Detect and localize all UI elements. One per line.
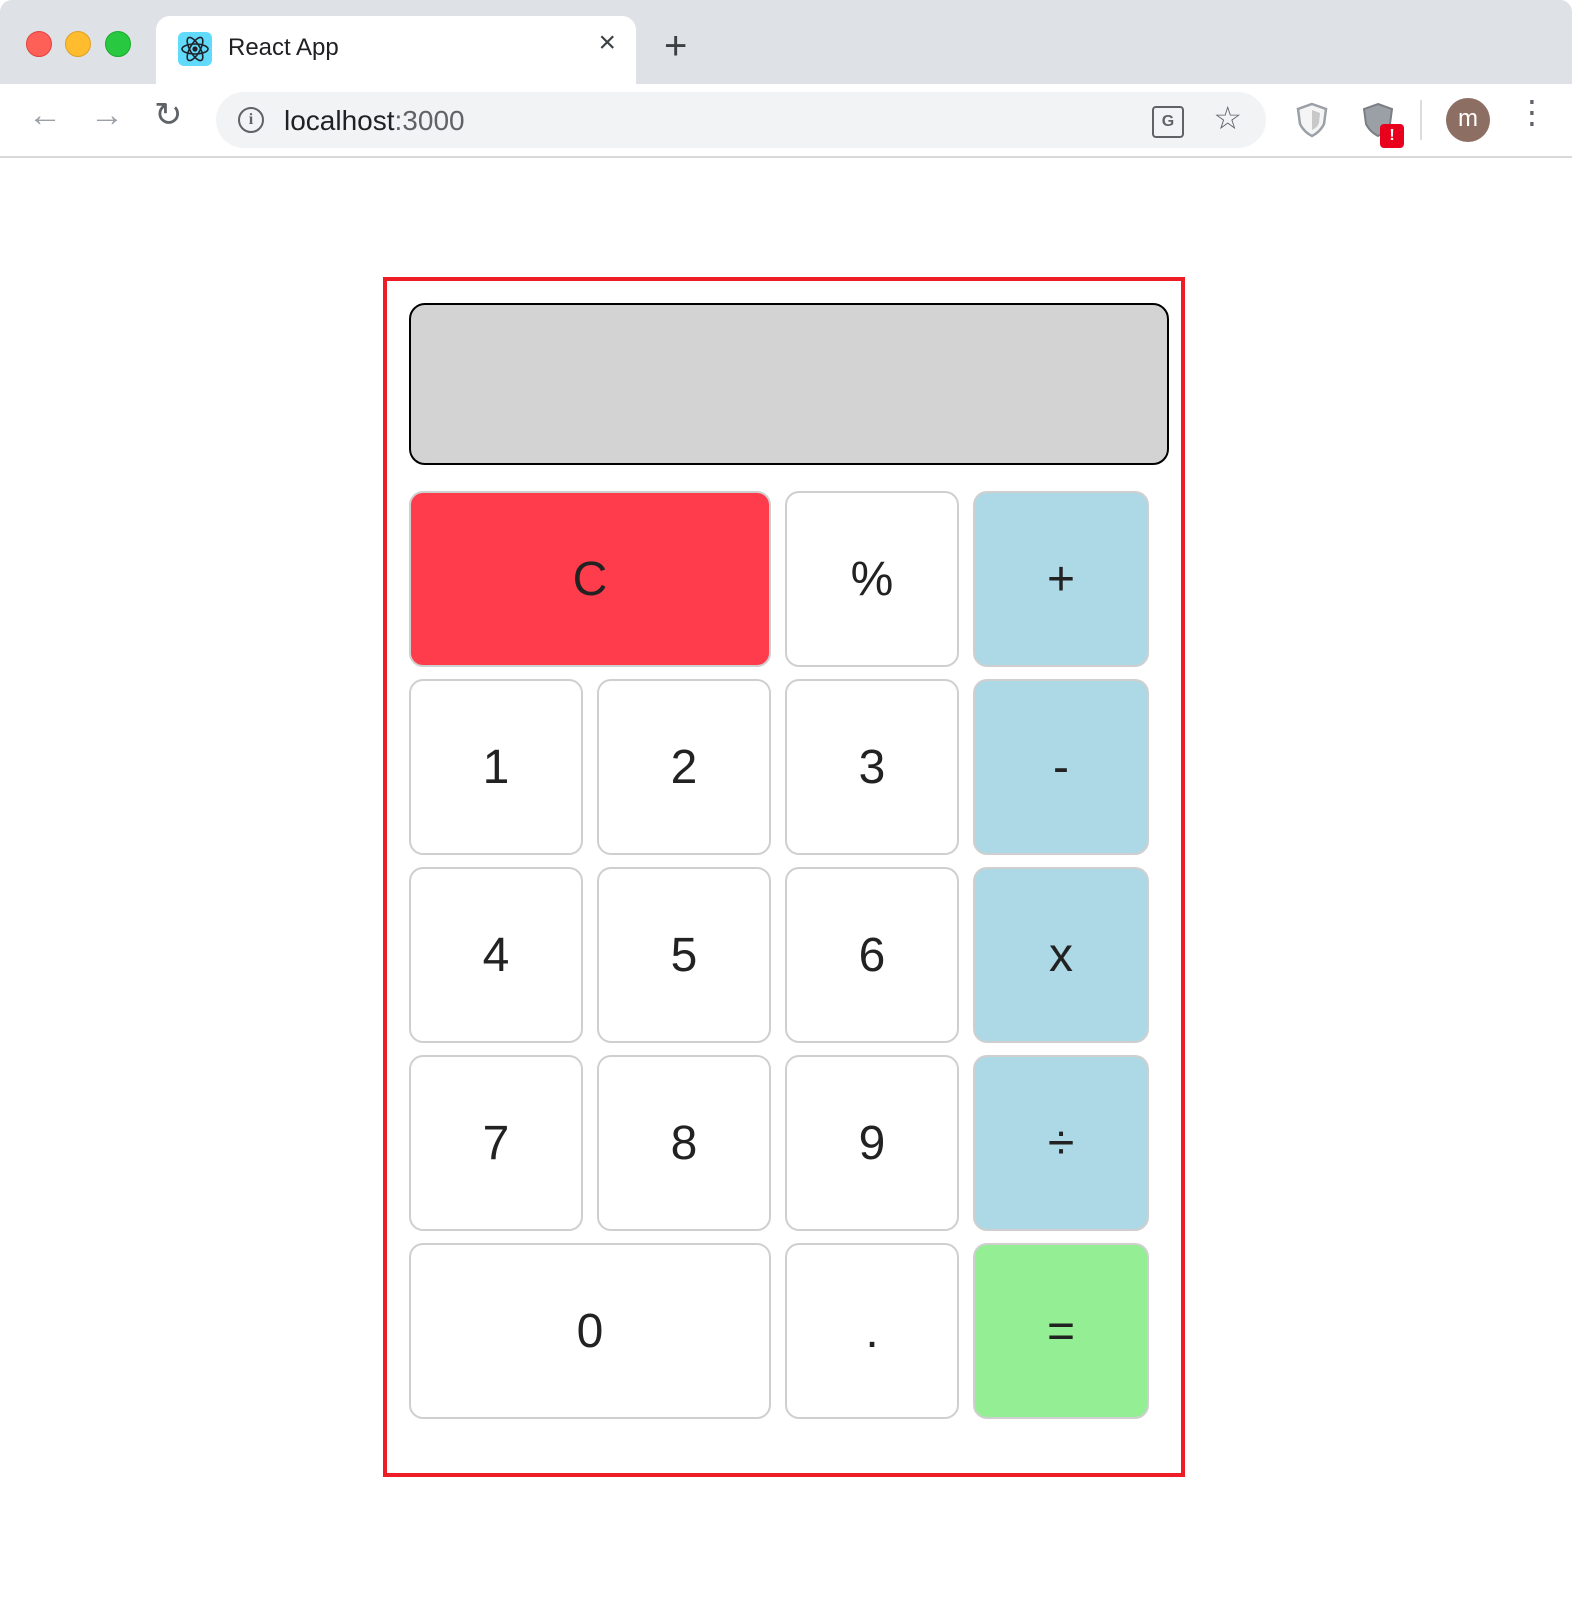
calculator: C % + 1 2 3 - 4 5 6 x 7 8 9 ÷ 0 . = bbox=[383, 277, 1185, 1477]
new-tab-button[interactable]: + bbox=[664, 26, 687, 66]
calculator-display bbox=[409, 303, 1169, 465]
react-logo-icon bbox=[178, 32, 212, 66]
menu-icon[interactable]: ⋮ bbox=[1516, 96, 1548, 128]
star-icon[interactable]: ☆ bbox=[1213, 102, 1242, 134]
back-arrow-icon[interactable]: ← bbox=[28, 98, 62, 132]
digit-6-button[interactable]: 6 bbox=[785, 867, 959, 1043]
close-window-button[interactable] bbox=[26, 31, 52, 57]
tab-title: React App bbox=[228, 34, 339, 61]
tab-bar: React App × + bbox=[0, 0, 1572, 84]
browser-toolbar: ← → ↻ i localhost:3000 G ☆ ! m ⋮ bbox=[0, 84, 1572, 158]
profile-avatar[interactable]: m bbox=[1446, 98, 1490, 142]
url-port: :3000 bbox=[394, 105, 465, 136]
url-host: localhost bbox=[284, 105, 395, 136]
digit-0-button[interactable]: 0 bbox=[409, 1243, 771, 1419]
decimal-button[interactable]: . bbox=[785, 1243, 959, 1419]
toolbar-divider bbox=[1420, 100, 1422, 140]
tab-react-app[interactable]: React App × bbox=[156, 16, 636, 84]
browser-window: React App × + ← → ↻ i localhost:3000 G ☆… bbox=[0, 0, 1572, 1600]
url-text[interactable]: localhost:3000 bbox=[284, 105, 465, 137]
divide-button[interactable]: ÷ bbox=[973, 1055, 1149, 1231]
close-tab-icon[interactable]: × bbox=[598, 28, 616, 58]
forward-arrow-icon[interactable]: → bbox=[90, 98, 124, 132]
translate-icon[interactable]: G bbox=[1152, 106, 1184, 138]
clear-button[interactable]: C bbox=[409, 491, 771, 667]
multiply-button[interactable]: x bbox=[973, 867, 1149, 1043]
page-content: C % + 1 2 3 - 4 5 6 x 7 8 9 ÷ 0 . = bbox=[0, 158, 1572, 1600]
digit-5-button[interactable]: 5 bbox=[597, 867, 771, 1043]
equals-button[interactable]: = bbox=[973, 1243, 1149, 1419]
shield-icon[interactable] bbox=[1292, 100, 1332, 140]
plus-button[interactable]: + bbox=[973, 491, 1149, 667]
reload-icon[interactable]: ↻ bbox=[154, 98, 183, 132]
digit-4-button[interactable]: 4 bbox=[409, 867, 583, 1043]
digit-9-button[interactable]: 9 bbox=[785, 1055, 959, 1231]
minimize-window-button[interactable] bbox=[65, 31, 91, 57]
percent-button[interactable]: % bbox=[785, 491, 959, 667]
minus-button[interactable]: - bbox=[973, 679, 1149, 855]
digit-3-button[interactable]: 3 bbox=[785, 679, 959, 855]
info-icon[interactable]: i bbox=[238, 107, 264, 133]
extension-alert-badge: ! bbox=[1380, 124, 1404, 148]
digit-7-button[interactable]: 7 bbox=[409, 1055, 583, 1231]
digit-2-button[interactable]: 2 bbox=[597, 679, 771, 855]
maximize-window-button[interactable] bbox=[105, 31, 131, 57]
address-bar[interactable]: i localhost:3000 G ☆ bbox=[216, 92, 1266, 148]
digit-1-button[interactable]: 1 bbox=[409, 679, 583, 855]
digit-8-button[interactable]: 8 bbox=[597, 1055, 771, 1231]
